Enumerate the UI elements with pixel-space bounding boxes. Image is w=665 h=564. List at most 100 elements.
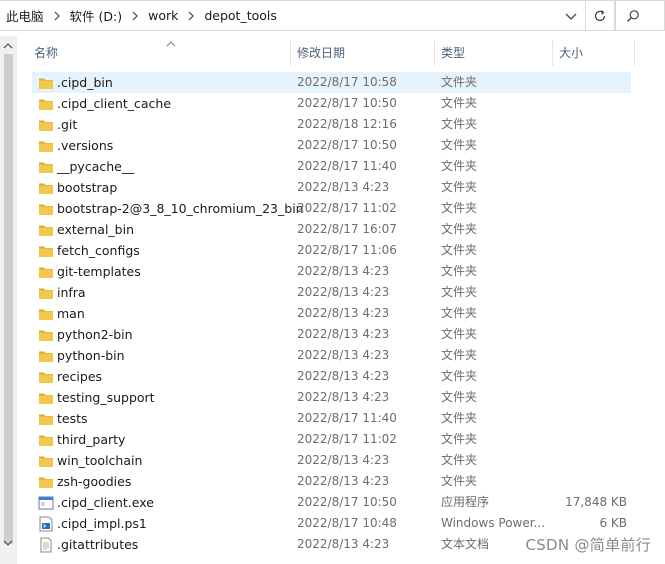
file-type: 文件夹 <box>441 411 478 425</box>
column-date-modified[interactable]: 修改日期 <box>291 36 435 68</box>
file-name: .cipd_client_cache <box>57 96 172 111</box>
file-row[interactable]: fetch_configs 2022/8/17 11:06 文件夹 <box>32 240 665 261</box>
file-date-modified: 2022/8/13 4:23 <box>297 180 390 194</box>
file-date-modified: 2022/8/13 4:23 <box>297 264 390 278</box>
file-row[interactable]: git-templates 2022/8/13 4:23 文件夹 <box>32 261 665 282</box>
file-row[interactable]: python2-bin 2022/8/13 4:23 文件夹 <box>32 324 665 345</box>
breadcrumb-drive-d[interactable]: 软件 (D:) <box>67 6 126 25</box>
file-date-modified: 2022/8/17 11:02 <box>297 432 397 446</box>
file-name: external_bin <box>57 222 135 237</box>
file-date-modified: 2022/8/13 4:23 <box>297 369 390 383</box>
file-name: bootstrap <box>57 180 118 195</box>
vertical-scrollbar[interactable] <box>0 36 17 564</box>
folder-icon <box>38 390 54 406</box>
column-size[interactable]: 大小 <box>553 36 635 68</box>
file-name: win_toolchain <box>57 453 143 468</box>
breadcrumb-depot-tools[interactable]: depot_tools <box>201 8 280 23</box>
file-name: tests <box>57 411 88 426</box>
folder-icon <box>38 159 54 175</box>
file-row[interactable]: .git 2022/8/18 12:16 文件夹 <box>32 114 665 135</box>
file-name: .cipd_impl.ps1 <box>57 516 147 531</box>
chevron-right-icon[interactable] <box>47 0 67 31</box>
file-type: 文件夹 <box>441 432 478 446</box>
folder-icon <box>38 75 54 91</box>
refresh-button[interactable] <box>586 0 615 31</box>
folder-icon <box>38 327 54 343</box>
file-row[interactable]: bootstrap 2022/8/13 4:23 文件夹 <box>32 177 665 198</box>
powershell-script-icon <box>38 516 54 532</box>
file-row[interactable]: man 2022/8/13 4:23 文件夹 <box>32 303 665 324</box>
watermark: CSDN @简单前行 <box>525 536 651 554</box>
chevron-down-icon[interactable] <box>563 8 579 24</box>
file-row[interactable]: infra 2022/8/13 4:23 文件夹 <box>32 282 665 303</box>
file-size <box>554 93 627 114</box>
file-row[interactable]: tests 2022/8/17 11:40 文件夹 <box>32 408 665 429</box>
folder-icon <box>38 369 54 385</box>
file-row[interactable]: .cipd_impl.ps1 2022/8/17 10:48 Windows Pow… <box>32 513 665 534</box>
folder-icon <box>38 432 54 448</box>
file-name: python-bin <box>57 348 125 363</box>
file-type: 文件夹 <box>441 453 478 467</box>
file-row[interactable]: third_party 2022/8/17 11:02 文件夹 <box>32 429 665 450</box>
scroll-down-icon[interactable] <box>3 536 13 550</box>
file-row[interactable]: bootstrap-2@3_8_10_chromium_23_bin 2022/8… <box>32 198 665 219</box>
file-name: python2-bin <box>57 327 133 342</box>
refresh-icon <box>594 9 606 21</box>
file-date-modified: 2022/8/13 4:23 <box>297 306 390 320</box>
file-row[interactable]: .cipd_client_cache 2022/8/17 10:50 文件夹 <box>32 93 665 114</box>
sort-ascending-icon <box>166 36 176 50</box>
file-name: .git <box>57 117 78 132</box>
file-type: 文件夹 <box>441 159 478 173</box>
file-row[interactable]: .cipd_bin 2022/8/17 10:58 文件夹 <box>32 72 665 93</box>
file-size: 6 KB <box>599 516 627 530</box>
file-size: 17,848 KB <box>565 495 627 509</box>
scroll-up-icon[interactable] <box>3 39 13 53</box>
file-type: 文件夹 <box>441 138 478 152</box>
folder-icon <box>38 348 54 364</box>
folder-icon <box>38 96 54 112</box>
file-type: Windows Power... <box>441 516 546 530</box>
file-row[interactable]: zsh-goodies 2022/8/13 4:23 文件夹 <box>32 471 665 492</box>
file-row[interactable]: win_toolchain 2022/8/13 4:23 文件夹 <box>32 450 665 471</box>
file-date-modified: 2022/8/13 4:23 <box>297 453 390 467</box>
file-type: 应用程序 <box>441 495 490 509</box>
file-type: 文件夹 <box>441 306 478 320</box>
search-icon <box>627 9 639 22</box>
folder-icon <box>38 453 54 469</box>
scrollbar-thumb[interactable] <box>4 54 13 544</box>
file-type: 文件夹 <box>441 117 478 131</box>
file-row[interactable]: testing_support 2022/8/13 4:23 文件夹 <box>32 387 665 408</box>
column-name[interactable]: 名称 <box>28 36 291 68</box>
file-date-modified: 2022/8/17 10:50 <box>297 96 397 110</box>
column-type[interactable]: 类型 <box>435 36 553 68</box>
chevron-right-icon[interactable] <box>181 0 201 31</box>
file-date-modified: 2022/8/17 11:40 <box>297 411 397 425</box>
file-name: git-templates <box>57 264 141 279</box>
file-size <box>554 198 627 219</box>
file-row[interactable]: .versions 2022/8/17 10:50 文件夹 <box>32 135 665 156</box>
file-name: recipes <box>57 369 103 384</box>
file-date-modified: 2022/8/17 10:48 <box>297 516 397 530</box>
file-name: .gitattributes <box>57 537 139 552</box>
file-size <box>554 282 627 303</box>
file-row[interactable]: .cipd_client.exe 2022/8/17 10:50 应用程序 17,84… <box>32 492 665 513</box>
file-date-modified: 2022/8/13 4:23 <box>297 285 390 299</box>
address-bar[interactable]: 此电脑 软件 (D:) work depot_tools <box>0 0 586 31</box>
file-row[interactable]: __pycache__ 2022/8/17 11:40 文件夹 <box>32 156 665 177</box>
file-date-modified: 2022/8/18 12:16 <box>297 117 397 131</box>
file-row[interactable]: recipes 2022/8/13 4:23 文件夹 <box>32 366 665 387</box>
file-size <box>554 366 627 387</box>
file-name: .cipd_client.exe <box>57 495 154 510</box>
search-input[interactable] <box>615 0 665 31</box>
breadcrumb-this-pc[interactable]: 此电脑 <box>0 6 47 25</box>
file-row[interactable]: python-bin 2022/8/13 4:23 文件夹 <box>32 345 665 366</box>
file-type: 文件夹 <box>441 327 478 341</box>
folder-icon <box>38 201 54 217</box>
breadcrumb-work[interactable]: work <box>145 8 181 23</box>
file-name: infra <box>57 285 86 300</box>
file-date-modified: 2022/8/13 4:23 <box>297 327 390 341</box>
file-row[interactable]: external_bin 2022/8/17 16:07 文件夹 <box>32 219 665 240</box>
file-size <box>554 471 627 492</box>
chevron-right-icon[interactable] <box>125 0 145 31</box>
file-size <box>554 324 627 345</box>
